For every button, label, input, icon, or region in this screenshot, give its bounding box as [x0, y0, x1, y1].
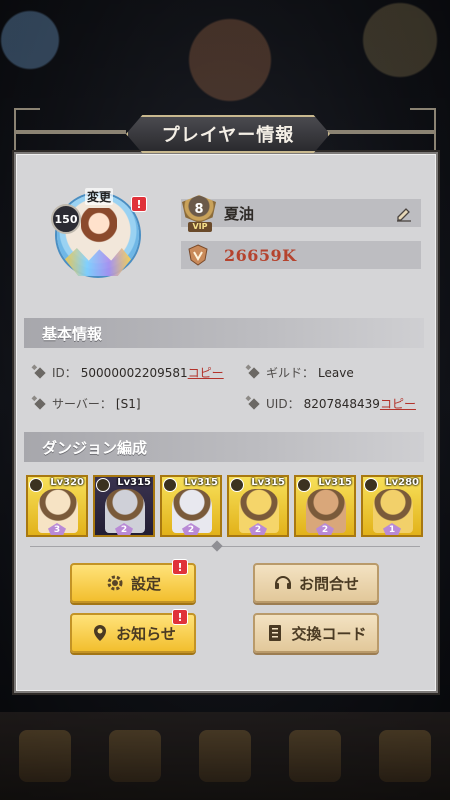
hero-card[interactable]: Lv280 1: [361, 475, 423, 537]
player-level-badge: 150: [51, 204, 81, 234]
hero-element-icon: [29, 478, 43, 492]
copy-id-link[interactable]: コピー: [188, 364, 224, 381]
hero-element-icon: [96, 478, 110, 492]
avatar-alert-icon: !: [131, 196, 147, 212]
nav-slot: [19, 730, 71, 782]
basic-info-title: 基本情報: [42, 324, 103, 343]
page-title: プレイヤー情報: [126, 115, 330, 153]
id-row: ID： 50000002209581 コピー: [34, 364, 224, 381]
avatar[interactable]: 150 変更 !: [51, 186, 151, 282]
nav-slot: [199, 730, 251, 782]
page-title-text: プレイヤー情報: [161, 125, 295, 146]
hero-element-icon: [297, 478, 311, 492]
vip-level: 8: [182, 195, 216, 223]
bullet-icon: [34, 397, 46, 410]
hero-element-icon: [163, 478, 177, 492]
guild-row: ギルド： Leave: [248, 364, 354, 381]
guild-label: ギルド：: [266, 366, 315, 380]
settings-alert-icon: !: [172, 559, 188, 575]
uid-label: UID：: [266, 397, 300, 411]
basic-info-header: 基本情報: [24, 318, 424, 348]
document-icon: [269, 625, 282, 641]
uid-row: UID： 8207848439 コピー: [248, 395, 416, 412]
uid-value: 8207848439: [303, 396, 380, 411]
bullet-icon: [34, 366, 46, 379]
headset-icon: [274, 576, 291, 589]
vip-badge: 8 VIP: [182, 195, 218, 233]
title-corner-left: [14, 108, 40, 156]
dungeon-formation-header: ダンジョン編成: [24, 432, 424, 462]
contact-label: お問合せ: [298, 574, 359, 593]
avatar-frame-gems: [65, 248, 131, 276]
dungeon-formation-title: ダンジョン編成: [42, 438, 148, 457]
bullet-icon: [248, 366, 260, 379]
news-button[interactable]: お知らせ !: [70, 609, 196, 653]
server-row: サーバー： [S1]: [34, 395, 141, 412]
id-value: 50000002209581: [80, 365, 188, 380]
hero-element-icon: [364, 478, 378, 492]
gear-icon: [107, 575, 123, 591]
player-name: 夏油: [224, 204, 255, 223]
redeem-code-button[interactable]: 交換コード: [253, 613, 379, 653]
hero-card[interactable]: Lv315 2: [160, 475, 222, 537]
nav-slot: [289, 730, 341, 782]
location-pin-icon: [94, 625, 107, 641]
nav-slot: [109, 730, 161, 782]
vip-label: VIP: [188, 222, 212, 232]
hero-level: Lv315: [117, 477, 151, 488]
bottom-nav-dimmed: [0, 712, 450, 800]
news-label: お知らせ: [116, 624, 176, 643]
settings-label: 設定: [130, 574, 161, 593]
combat-power-icon: [188, 244, 208, 266]
server-label: サーバー：: [52, 397, 112, 411]
combat-power-value: 26659K: [224, 245, 297, 265]
divider: [30, 546, 420, 547]
edit-name-icon[interactable]: [395, 204, 413, 222]
dungeon-hero-row: Lv320 3 Lv315 2 Lv315 2 Lv315 2 Lv315 2 …: [26, 475, 426, 540]
hero-level: Lv315: [318, 477, 352, 488]
settings-button[interactable]: 設定 !: [70, 559, 196, 603]
id-label: ID：: [52, 366, 77, 380]
nav-slot: [379, 730, 431, 782]
hero-level: Lv315: [251, 477, 285, 488]
contact-button[interactable]: お問合せ: [253, 563, 379, 603]
hero-card[interactable]: Lv315 2: [294, 475, 356, 537]
copy-uid-link[interactable]: コピー: [380, 395, 416, 412]
guild-value: Leave: [318, 365, 354, 380]
title-corner-right: [410, 108, 436, 156]
hero-card[interactable]: Lv315 2: [227, 475, 289, 537]
avatar-portrait: [81, 208, 117, 252]
bullet-icon: [248, 397, 260, 410]
server-value: [S1]: [115, 396, 141, 411]
combat-power-bar: 26659K: [181, 241, 421, 269]
redeem-code-label: 交換コード: [291, 624, 367, 643]
news-alert-icon: !: [172, 609, 188, 625]
hero-element-icon: [230, 478, 244, 492]
hero-card[interactable]: Lv315 2: [93, 475, 155, 537]
hero-level: Lv280: [385, 477, 419, 488]
change-avatar-label[interactable]: 変更: [85, 188, 114, 205]
hero-level: Lv320: [50, 477, 84, 488]
hero-level: Lv315: [184, 477, 218, 488]
hero-card[interactable]: Lv320 3: [26, 475, 88, 537]
